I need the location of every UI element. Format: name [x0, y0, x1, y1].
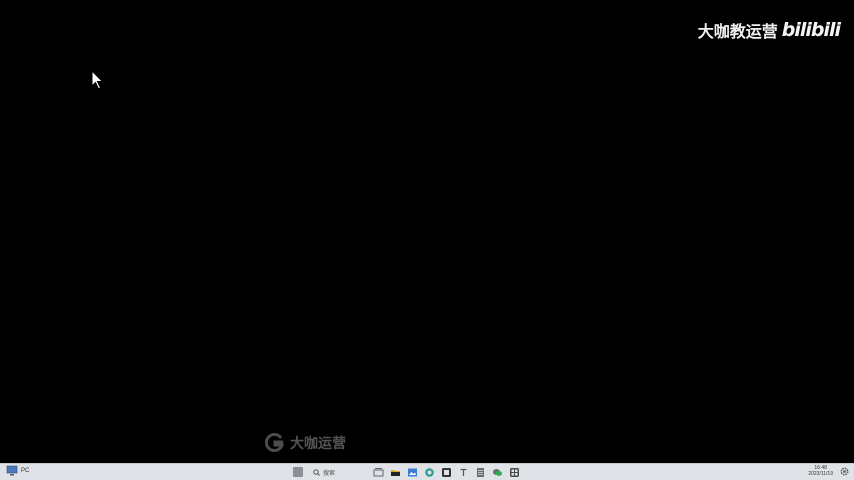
text-icon: [460, 468, 467, 476]
notification-gear-icon[interactable]: [839, 466, 850, 477]
channel-name: 大咖教运营: [697, 22, 778, 41]
search-placeholder: 搜索: [323, 470, 336, 477]
image-icon: [408, 468, 417, 476]
taskbar: PC 搜索 16:48 2023/11/19: [0, 463, 854, 480]
this-pc-label: PC: [21, 467, 30, 474]
start-icon: [292, 467, 303, 477]
taskbar-center: 搜索: [292, 466, 520, 478]
capture-icon: [442, 467, 451, 477]
chat-icon: [493, 468, 502, 476]
search-icon: [313, 468, 320, 476]
taskview-icon: [373, 467, 384, 476]
notes-icon: [477, 467, 484, 477]
image-viewer-button[interactable]: [407, 467, 418, 478]
clock-date: 2023/11/19: [808, 471, 833, 477]
brand-logo: 大咖运营: [264, 432, 346, 454]
this-pc-icon: [6, 465, 18, 476]
file-explorer-button[interactable]: [390, 467, 401, 478]
capture-button[interactable]: [441, 467, 452, 478]
brand-text: 大咖运营: [290, 436, 346, 452]
taskview-button[interactable]: [373, 467, 384, 478]
grid-app-icon: [510, 467, 519, 477]
mouse-pointer-icon: [91, 70, 104, 90]
browser-icon: [425, 467, 434, 477]
settings-app-button[interactable]: [509, 467, 520, 478]
desktop-screen: 大咖教运营 bilibili 大咖运营 PC 搜索 16:48 2023/11/…: [0, 0, 854, 480]
start-button[interactable]: [292, 467, 303, 478]
chat-button[interactable]: [492, 467, 503, 478]
taskbar-clock[interactable]: 16:48 2023/11/19: [808, 465, 833, 477]
bilibili-logo: bilibili: [781, 19, 841, 41]
brand-g-icon: [264, 433, 285, 452]
this-pc-shortcut[interactable]: PC: [6, 465, 29, 477]
taskbar-search[interactable]: 搜索: [309, 467, 367, 478]
notes-button[interactable]: [475, 467, 486, 478]
browser-button[interactable]: [424, 467, 435, 478]
system-tray: 16:48 2023/11/19: [808, 465, 850, 477]
channel-watermark: 大咖教运营 bilibili: [697, 18, 841, 42]
folder-icon: [391, 469, 400, 476]
text-button[interactable]: [458, 467, 469, 478]
